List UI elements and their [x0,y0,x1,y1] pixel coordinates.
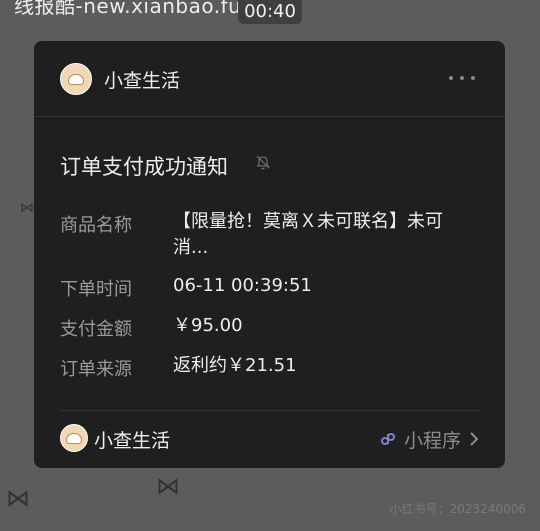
mini-program-link[interactable]: 小程序 [378,423,481,455]
time-badge: 00:40 [238,0,302,24]
notification-card[interactable]: 小查生活 订单支付成功通知 商品名称 【限量抢！莫离Ｘ未可联名】未可消... 下… [34,41,505,468]
row-value-product: 【限量抢！莫离Ｘ未可联名】未可消... [173,211,443,258]
background-title: 线报酷-new.xianbao.fun [14,0,255,18]
mute-bell-icon[interactable] [254,153,272,171]
notice-title: 订单支付成功通知 [60,155,228,179]
chevron-right-icon [470,432,479,446]
bow-decoration-icon: ⋈ [6,484,30,512]
more-dots-icon[interactable] [449,68,475,88]
footer-avatar [60,424,88,452]
row-label-order-time: 下单时间 [60,279,132,300]
bow-decoration-icon: ⋈ [20,200,34,216]
card-footer[interactable]: 小查生活 小程序 [34,411,505,468]
mini-program-icon [380,433,395,445]
row-value-order-time: 06-11 00:39:51 [173,275,312,296]
card-header: 小查生活 [34,41,505,117]
row-value-source: 返利约￥21.51 [173,355,297,376]
footer-account-name: 小查生活 [94,430,171,452]
mini-program-label: 小程序 [403,429,461,452]
row-value-amount: ￥95.00 [173,315,243,336]
row-label-product: 商品名称 [60,215,132,236]
account-name[interactable]: 小查生活 [104,66,180,93]
row-label-source: 订单来源 [60,359,132,380]
bow-decoration-icon: ⋈ [156,472,180,500]
row-label-amount: 支付金额 [60,319,132,340]
avatar[interactable] [60,63,92,95]
watermark: 小红书号：2023240006 [389,502,526,516]
